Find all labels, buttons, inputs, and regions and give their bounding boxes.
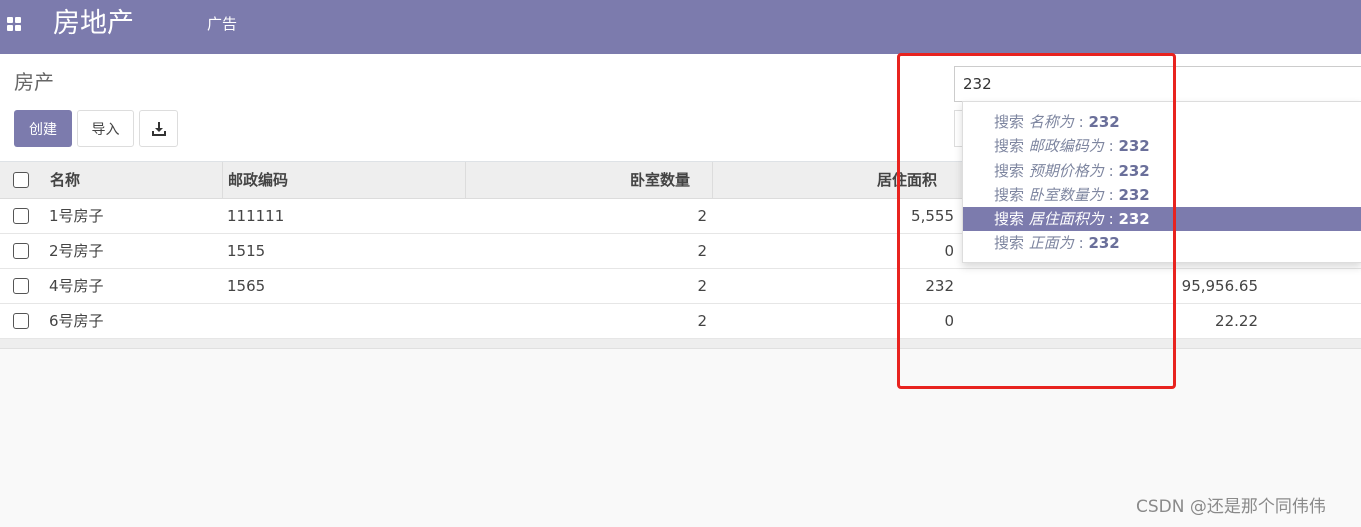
option-term: 232 [1118, 161, 1150, 180]
column-separator [712, 162, 713, 199]
option-separator: : [1078, 113, 1084, 131]
cell-name: 4号房子 [49, 277, 104, 295]
option-separator: : [1108, 210, 1114, 229]
option-term: 232 [1088, 234, 1120, 253]
table-footer [0, 339, 1361, 349]
search-option-facade[interactable]: 搜索 正面为 : 232 [963, 231, 1361, 255]
option-field: 卧室数量为 [1028, 185, 1104, 204]
option-field: 名称为 [1028, 113, 1074, 131]
option-separator: : [1078, 234, 1084, 253]
cell-bedrooms: 2 [697, 277, 707, 295]
column-header-zip[interactable]: 邮政编码 [228, 162, 288, 199]
column-separator [222, 162, 223, 199]
watermark: CSDN @还是那个同伟伟 [1136, 497, 1326, 517]
search-autocomplete-dropdown: 搜索 名称为 : 232 搜索 邮政编码为 : 232 搜索 预期价格为 : 2… [962, 101, 1361, 263]
cell-name: 1号房子 [49, 207, 104, 225]
cell-zip: 1565 [227, 277, 266, 295]
cell-bedrooms: 2 [697, 242, 707, 260]
cell-zip: 1515 [227, 242, 266, 260]
cell-area: 0 [944, 312, 954, 330]
option-term: 232 [1118, 137, 1150, 156]
page-title: 房产 [14, 70, 54, 94]
option-term: 232 [1088, 113, 1120, 131]
search-option-living-area[interactable]: 搜索 居住面积为 : 232 [963, 207, 1361, 232]
cell-area: 5,555 [911, 207, 954, 225]
option-prefix: 搜索 [994, 161, 1025, 180]
option-prefix: 搜索 [994, 113, 1025, 131]
cell-bedrooms: 2 [697, 312, 707, 330]
search-input[interactable]: 232 [954, 66, 1361, 102]
top-navbar: 房地产 广告 [0, 0, 1361, 54]
option-prefix: 搜索 [994, 137, 1025, 156]
cell-extra: 22.22 [1215, 312, 1258, 330]
apps-grid-icon[interactable] [7, 17, 21, 31]
option-term: 232 [1118, 185, 1150, 204]
create-button[interactable]: 创建 [14, 110, 72, 147]
row-checkbox[interactable] [13, 313, 29, 329]
option-separator: : [1108, 137, 1114, 156]
table-row[interactable]: 4号房子 1565 2 232 95,956.65 [0, 269, 1361, 304]
download-button[interactable] [139, 110, 178, 147]
option-field: 正面为 [1028, 234, 1074, 253]
option-field: 预期价格为 [1028, 161, 1104, 180]
row-checkbox[interactable] [13, 208, 29, 224]
select-all-checkbox[interactable] [13, 172, 29, 188]
column-header-bedrooms[interactable]: 卧室数量 [470, 162, 690, 199]
option-field: 居住面积为 [1028, 210, 1104, 229]
option-separator: : [1108, 185, 1114, 204]
download-icon [151, 121, 166, 136]
column-separator [465, 162, 466, 199]
cell-zip: 111111 [227, 207, 285, 225]
table-row[interactable]: 6号房子 2 0 22.22 [0, 304, 1361, 339]
cell-bedrooms: 2 [697, 207, 707, 225]
column-header-area[interactable]: 居住面积 [717, 162, 937, 199]
option-field: 邮政编码为 [1028, 137, 1104, 156]
cell-name: 6号房子 [49, 312, 104, 330]
search-option-expected-price[interactable]: 搜索 预期价格为 : 232 [963, 159, 1361, 183]
search-option-bedrooms[interactable]: 搜索 卧室数量为 : 232 [963, 183, 1361, 207]
option-term: 232 [1118, 210, 1150, 229]
cell-area: 0 [944, 242, 954, 260]
search-option-zip[interactable]: 搜索 邮政编码为 : 232 [963, 134, 1361, 158]
cell-area: 232 [925, 277, 954, 295]
app-brand[interactable]: 房地产 [53, 6, 134, 42]
option-prefix: 搜索 [994, 185, 1025, 204]
option-prefix: 搜索 [994, 234, 1025, 253]
row-checkbox[interactable] [13, 243, 29, 259]
option-separator: : [1108, 161, 1114, 180]
cell-name: 2号房子 [49, 242, 104, 260]
search-option-name[interactable]: 搜索 名称为 : 232 [963, 110, 1361, 134]
import-button[interactable]: 导入 [77, 110, 134, 147]
row-checkbox[interactable] [13, 278, 29, 294]
option-prefix: 搜索 [994, 210, 1025, 229]
nav-item-ads[interactable]: 广告 [207, 14, 237, 34]
cell-extra: 95,956.65 [1181, 277, 1258, 295]
column-header-name[interactable]: 名称 [50, 162, 80, 199]
